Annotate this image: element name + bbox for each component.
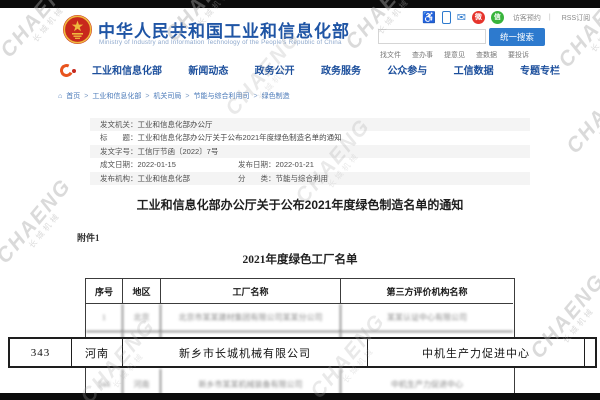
- nav-item-news[interactable]: 新闻动态: [188, 62, 228, 77]
- visitor-booking-link[interactable]: 访客预约: [513, 13, 541, 23]
- meta-value: 工业和信息化部办公厅关于公布2021年度绿色制造名单的通知: [138, 131, 342, 144]
- highlighted-row-callout: 343 河南 新乡市长城机械有限公司 中机生产力促进中心: [8, 337, 597, 368]
- meta-value: 2022-01-15: [138, 158, 176, 171]
- meta-value: 工业和信息化部办公厅: [138, 118, 213, 131]
- logo-dot-icon: [72, 69, 76, 73]
- quick-link-find-docs[interactable]: 找文件: [380, 50, 401, 60]
- meta-label: 发文字号：: [100, 145, 138, 158]
- meta-row-dates: 成文日期： 2022-01-15 发布日期： 2022-01-21: [90, 158, 530, 171]
- site-subtitle-english: Ministry of Industry and Information Tec…: [99, 39, 342, 46]
- breadcrumb-separator: >: [145, 93, 149, 100]
- utility-divider: |: [549, 14, 551, 21]
- meta-value: 工业和信息化部: [138, 172, 191, 185]
- quick-link-data[interactable]: 查数据: [476, 50, 497, 60]
- nav-item-public-participation[interactable]: 公众参与: [387, 62, 427, 77]
- header-region: 地区: [123, 279, 161, 304]
- cell-factory: 北京市某某建材集团有限公司某某分公司: [161, 304, 341, 332]
- meta-row-doc-number: 发文字号： 工信厅节函〔2022〕7号: [90, 145, 530, 158]
- top-black-bar: [0, 0, 600, 8]
- watermark: CHAENG长城机械: [0, 176, 81, 273]
- document-title: 工业和信息化部办公厅关于公布2021年度绿色制造名单的通知: [80, 196, 520, 213]
- highlight-agency: 中机生产力促进中心: [368, 339, 585, 366]
- search-input[interactable]: [378, 29, 486, 44]
- header-factory-name: 工厂名称: [161, 279, 341, 304]
- meta-label: 发布机构：: [100, 172, 138, 185]
- meta-row-issuing-office: 发文机关： 工业和信息化部办公厅: [90, 118, 530, 131]
- highlight-serial: 343: [10, 339, 72, 366]
- meta-value: 2022-01-21: [276, 158, 314, 171]
- quick-link-complaint[interactable]: 要投诉: [508, 50, 529, 60]
- home-icon: ⌂: [58, 93, 62, 100]
- breadcrumb-ministry[interactable]: 工业和信息化部: [92, 91, 141, 101]
- breadcrumb-separator: >: [254, 93, 258, 100]
- cell-agency: 某某认证中心有限公司: [341, 304, 513, 332]
- cell-region: 北京: [123, 304, 161, 332]
- weibo-icon[interactable]: 微: [472, 11, 485, 24]
- rss-link[interactable]: RSS订阅: [562, 13, 590, 23]
- header-serial: 序号: [86, 279, 123, 304]
- table-row: 1 北京 北京市某某建材集团有限公司某某分公司 某某认证中心有限公司: [86, 304, 514, 332]
- quick-links: 找文件 查办事 提意见 查数据 要投诉: [380, 50, 529, 60]
- document-metadata: 发文机关： 工业和信息化部办公厅 标 题： 工业和信息化部办公厅关于公布2021…: [90, 118, 530, 185]
- breadcrumb-separator: >: [185, 93, 189, 100]
- header-agency-name: 第三方评价机构名称: [341, 279, 513, 304]
- wechat-icon[interactable]: 信: [491, 11, 504, 24]
- nav-item-industry-data[interactable]: 工信数据: [454, 62, 494, 77]
- nav-item-ministry[interactable]: 工业和信息化部: [92, 62, 162, 77]
- attachment-label: 附件1: [77, 231, 100, 244]
- utility-bar: ♿ ✉ 微 信 访客预约 | RSS订阅: [422, 11, 590, 24]
- watermark: CHAENG长城机械: [564, 66, 600, 163]
- highlight-factory: 新乡市长城机械有限公司: [123, 339, 368, 366]
- highlight-region: 河南: [72, 339, 123, 366]
- bottom-black-bar: [0, 393, 600, 400]
- breadcrumb-green-manufacturing[interactable]: 绿色制造: [262, 91, 290, 101]
- breadcrumb-departments[interactable]: 机关司局: [153, 91, 181, 101]
- miit-webpage: 中华人民共和国工业和信息化部 Ministry of Industry and …: [0, 0, 600, 400]
- highlight-empty-cell: [585, 339, 595, 366]
- meta-row-title: 标 题： 工业和信息化部办公厅关于公布2021年度绿色制造名单的通知: [90, 131, 530, 144]
- national-emblem-logo: [62, 14, 93, 45]
- mail-icon[interactable]: ✉: [457, 12, 466, 24]
- meta-label: 分 类：: [238, 172, 276, 185]
- meta-label: 成文日期：: [100, 158, 138, 171]
- nav-item-gov-services[interactable]: 政务服务: [321, 62, 361, 77]
- quick-link-services[interactable]: 查办事: [412, 50, 433, 60]
- meta-label: 发布日期：: [238, 158, 276, 171]
- meta-label: 标 题：: [100, 131, 138, 144]
- cell-serial: 1: [86, 304, 123, 332]
- quick-link-suggest[interactable]: 提意见: [444, 50, 465, 60]
- breadcrumb-energy-dept[interactable]: 节能与综合利用司: [194, 91, 250, 101]
- mobile-version-icon[interactable]: [442, 11, 451, 24]
- meta-value: 节能与综合利用: [276, 172, 329, 185]
- nav-item-special-topics[interactable]: 专题专栏: [520, 62, 560, 77]
- main-nav: 工业和信息化部 新闻动态 政务公开 政务服务 公众参与 工信数据 专题专栏: [92, 62, 560, 77]
- nav-item-gov-disclosure[interactable]: 政务公开: [255, 62, 295, 77]
- table-header-row: 序号 地区 工厂名称 第三方评价机构名称: [86, 279, 514, 304]
- meta-label: 发文机关：: [100, 118, 138, 131]
- unified-search-button[interactable]: 统一搜索: [489, 28, 545, 46]
- meta-value: 工信厅节函〔2022〕7号: [138, 145, 219, 158]
- factory-list-title: 2021年度绿色工厂名单: [90, 251, 510, 267]
- breadcrumb-home[interactable]: 首页: [66, 91, 80, 101]
- breadcrumb-separator: >: [84, 93, 88, 100]
- accessibility-icon[interactable]: ♿: [422, 12, 436, 24]
- breadcrumb: ⌂ 首页 > 工业和信息化部 > 机关司局 > 节能与综合利用司 > 绿色制造: [58, 91, 290, 101]
- meta-row-publisher: 发布机构： 工业和信息化部 分 类： 节能与综合利用: [90, 172, 530, 185]
